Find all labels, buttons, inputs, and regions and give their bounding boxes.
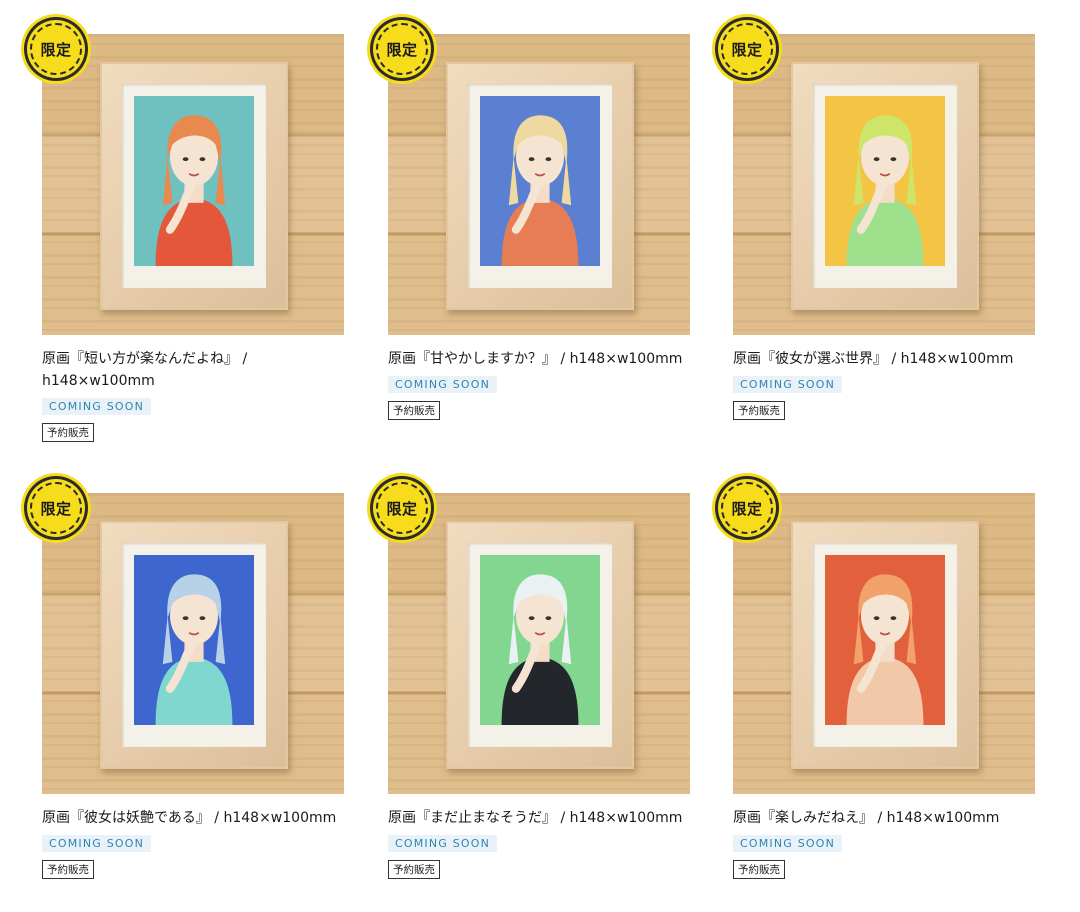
preorder-tag: 予約販売 [42, 860, 94, 879]
limited-badge: 限定 [24, 476, 88, 540]
coming-soon-label: COMING SOON [388, 376, 498, 393]
coming-soon-label: COMING SOON [388, 835, 498, 852]
artwork-illustration [134, 555, 254, 725]
artwork-illustration [825, 555, 945, 725]
product-title[interactable]: 原画『彼女が選ぶ世界』 / h148×w100mm [733, 348, 1035, 370]
wood-frame [100, 521, 288, 769]
product-card[interactable]: 限定 原画『彼女は妖艶である』 / h148×w100mm COMING SOO… [24, 476, 344, 879]
limited-badge: 限定 [715, 476, 779, 540]
wood-frame [791, 62, 979, 310]
preorder-tag: 予約販売 [42, 423, 94, 442]
artwork-illustration [480, 555, 600, 725]
product-card[interactable]: 限定 原画『彼女が選ぶ世界』 / h148×w100mm COMING SOON… [715, 17, 1035, 420]
artwork-illustration [480, 96, 600, 266]
wood-frame [446, 62, 634, 310]
limited-badge: 限定 [370, 476, 434, 540]
limited-badge: 限定 [370, 17, 434, 81]
preorder-tag: 予約販売 [733, 860, 785, 879]
product-card[interactable]: 限定 原画『まだ止まなそうだ』 / h148×w100mm COMING SOO… [370, 476, 690, 879]
wood-frame [791, 521, 979, 769]
product-title[interactable]: 原画『楽しみだねえ』 / h148×w100mm [733, 807, 1035, 829]
artwork-illustration [825, 96, 945, 266]
preorder-tag: 予約販売 [388, 860, 440, 879]
preorder-tag: 予約販売 [733, 401, 785, 420]
product-image[interactable]: 限定 [370, 17, 690, 335]
coming-soon-label: COMING SOON [733, 376, 843, 393]
product-title[interactable]: 原画『彼女は妖艶である』 / h148×w100mm [42, 807, 344, 829]
product-image[interactable]: 限定 [715, 476, 1035, 794]
product-image[interactable]: 限定 [370, 476, 690, 794]
product-card[interactable]: 限定 原画『楽しみだねえ』 / h148×w100mm COMING SOON … [715, 476, 1035, 879]
preorder-tag: 予約販売 [388, 401, 440, 420]
product-title[interactable]: 原画『まだ止まなそうだ』 / h148×w100mm [388, 807, 690, 829]
product-title[interactable]: 原画『甘やかしますか？』 / h148×w100mm [388, 348, 690, 370]
wood-frame [446, 521, 634, 769]
limited-badge: 限定 [715, 17, 779, 81]
product-image[interactable]: 限定 [24, 476, 344, 794]
coming-soon-label: COMING SOON [42, 398, 152, 415]
artwork-illustration [134, 96, 254, 266]
product-grid: 限定 原画『短い方が楽なんだよね』 / h148×w100mm COMING S… [0, 0, 1080, 912]
product-card[interactable]: 限定 原画『甘やかしますか？』 / h148×w100mm COMING SOO… [370, 17, 690, 420]
limited-badge: 限定 [24, 17, 88, 81]
coming-soon-label: COMING SOON [42, 835, 152, 852]
product-image[interactable]: 限定 [24, 17, 344, 335]
product-card[interactable]: 限定 原画『短い方が楽なんだよね』 / h148×w100mm COMING S… [24, 17, 344, 442]
product-title[interactable]: 原画『短い方が楽なんだよね』 / h148×w100mm [42, 348, 344, 392]
wood-frame [100, 62, 288, 310]
product-image[interactable]: 限定 [715, 17, 1035, 335]
coming-soon-label: COMING SOON [733, 835, 843, 852]
